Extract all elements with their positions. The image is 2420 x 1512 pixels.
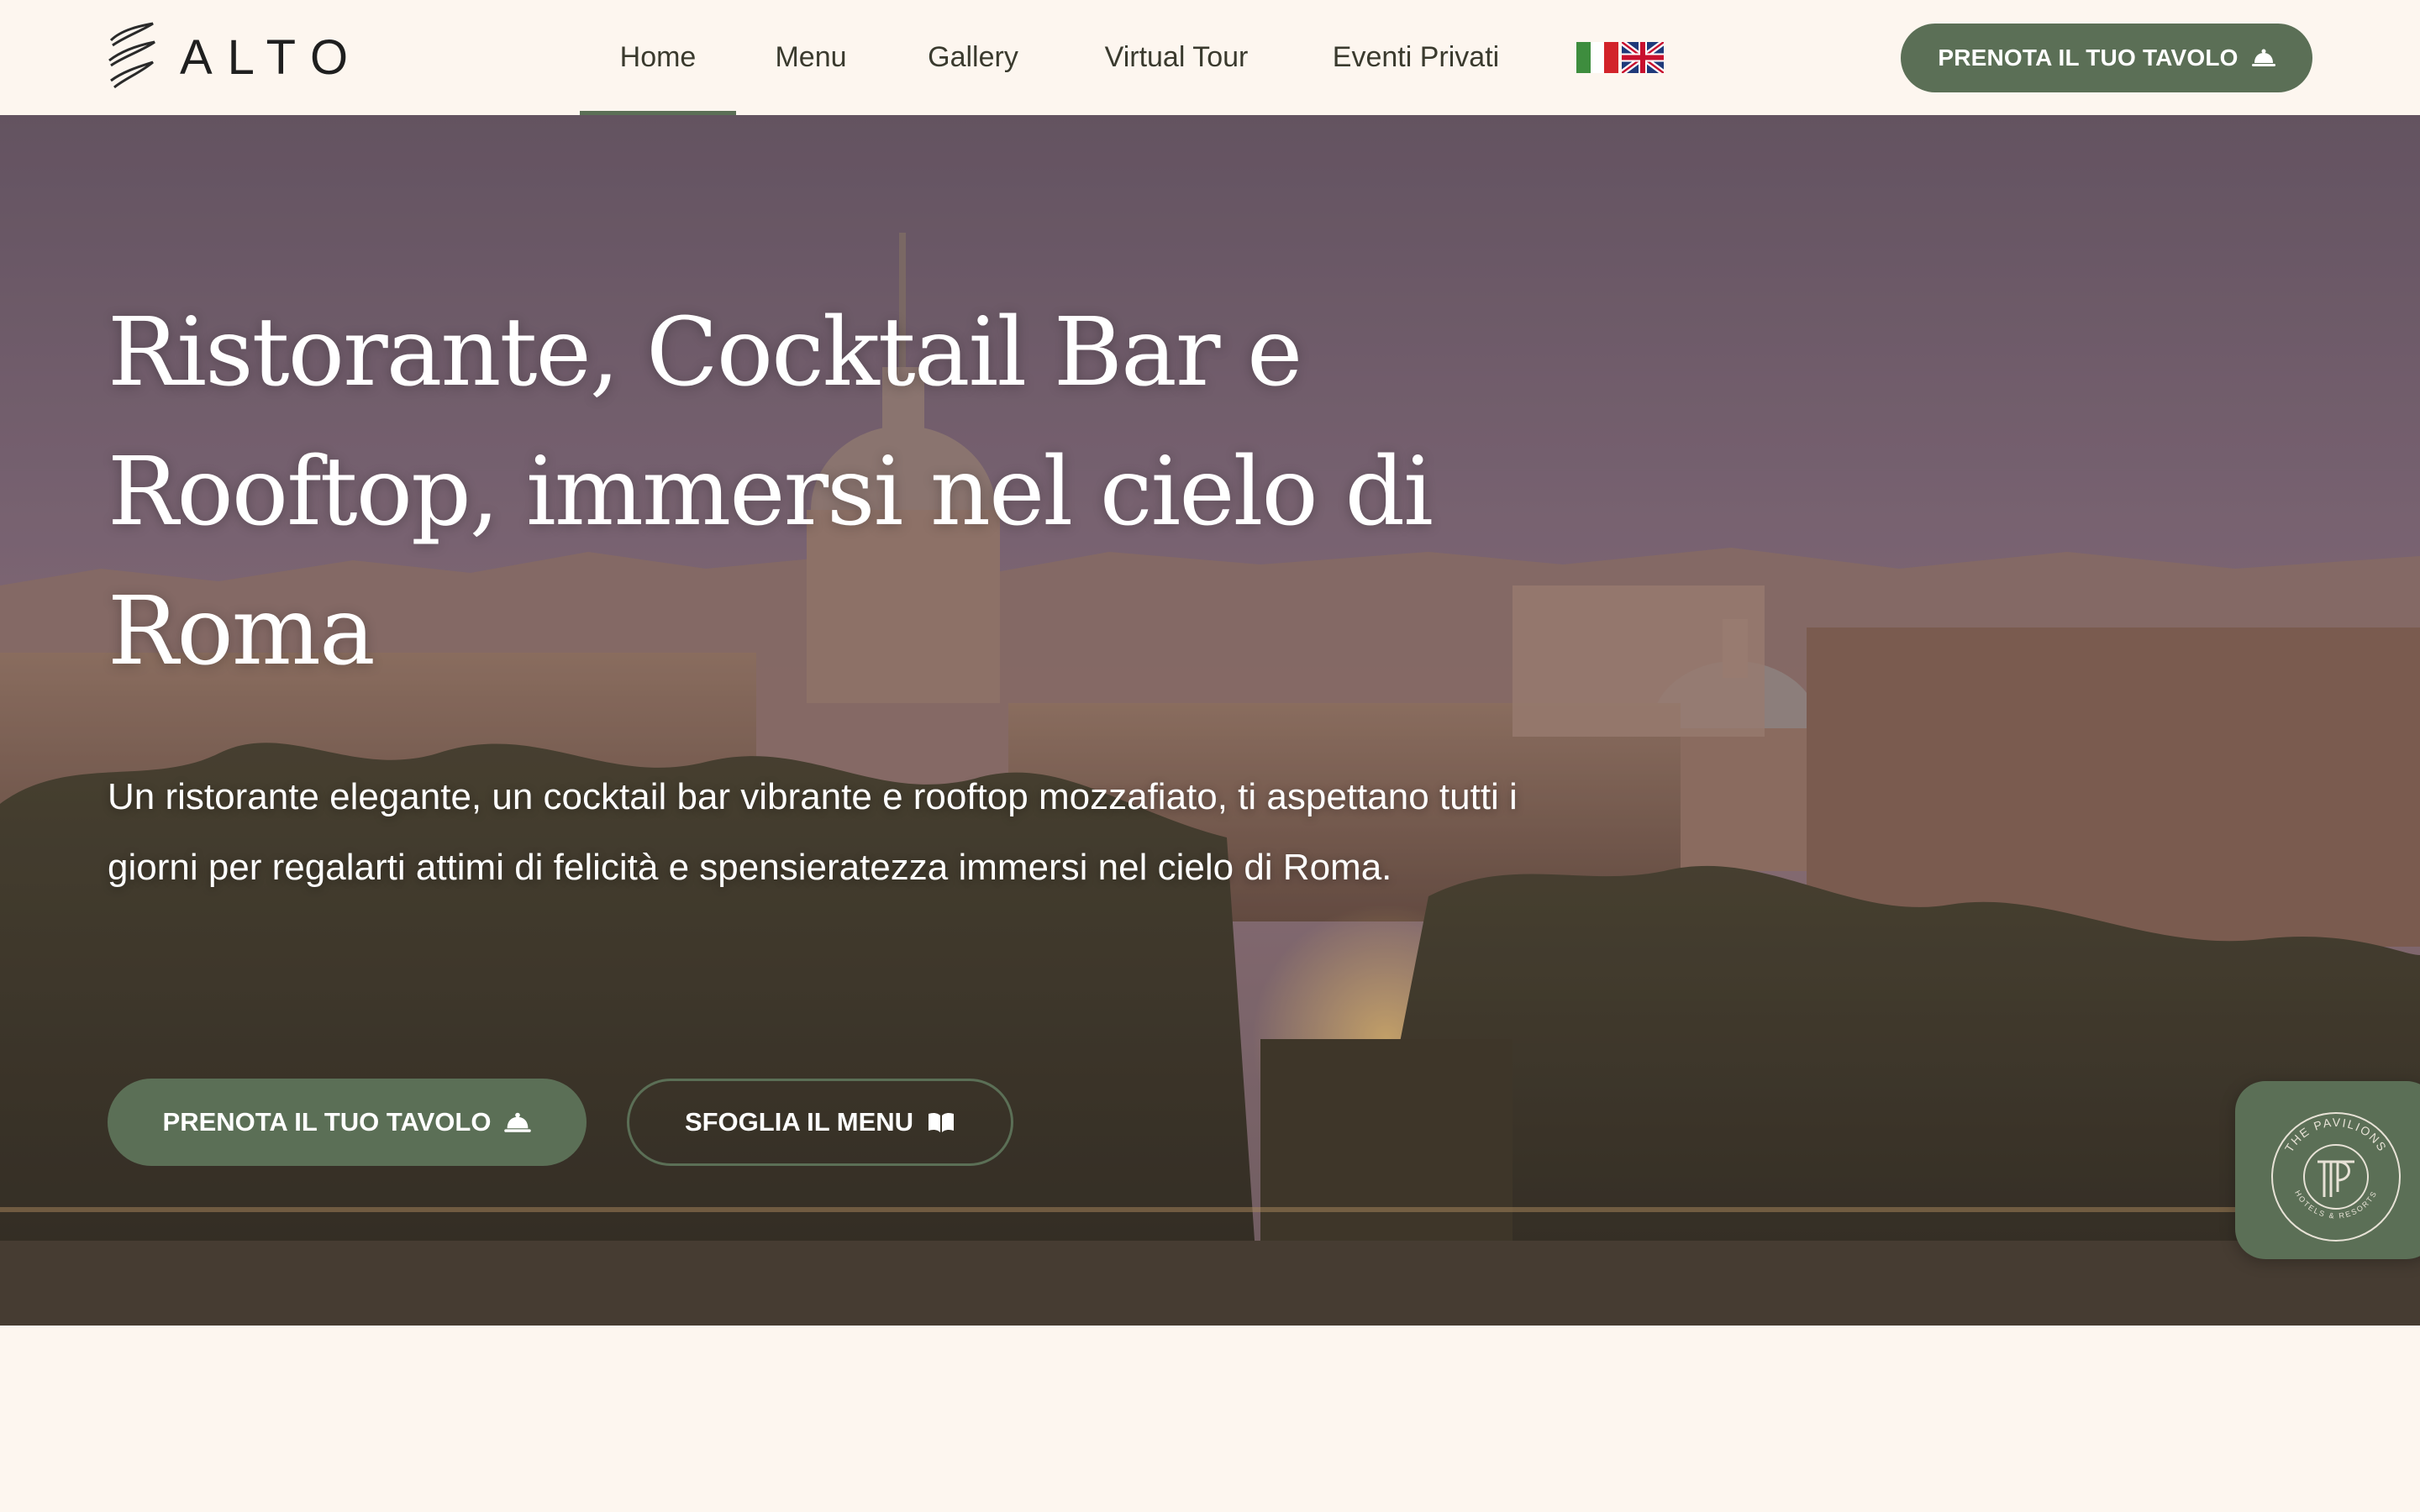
hero-section: Ristorante, Cocktail Bar e Rooftop, imme… bbox=[0, 115, 2420, 1326]
svg-text:HOTELS & RESORTS: HOTELS & RESORTS bbox=[2293, 1189, 2379, 1220]
browse-menu-button[interactable]: SFOGLIA IL MENU bbox=[627, 1079, 1013, 1166]
nav-item-label: Gallery bbox=[928, 41, 1018, 73]
button-label: SFOGLIA IL MENU bbox=[684, 1107, 914, 1137]
site-header: ALTO Home Menu Gallery Virtual Tour Even… bbox=[0, 0, 2420, 115]
the-pavilions-badge[interactable]: THE PAVILIONS HOTELS & RESORTS bbox=[2235, 1081, 2420, 1259]
the-pavilions-logo-icon: THE PAVILIONS HOTELS & RESORTS bbox=[2271, 1112, 2401, 1242]
italian-flag-icon[interactable] bbox=[1576, 42, 1618, 73]
open-book-icon bbox=[929, 1112, 955, 1132]
button-label: PRENOTA IL TUO TAVOLO bbox=[1938, 45, 2238, 71]
below-fold-section bbox=[0, 1326, 2420, 1512]
nav-item-label: Home bbox=[619, 41, 697, 73]
cloche-icon bbox=[504, 1112, 532, 1132]
svg-text:THE PAVILIONS: THE PAVILIONS bbox=[2282, 1116, 2390, 1155]
hero-title: Ristorante, Cocktail Bar e Rooftop, imme… bbox=[108, 298, 1434, 686]
cloche-icon bbox=[2251, 49, 2275, 66]
book-table-button[interactable]: PRENOTA IL TUO TAVOLO bbox=[108, 1079, 587, 1166]
nav-item-menu[interactable]: Menu bbox=[756, 0, 865, 115]
nav-item-label: Eventi Privati bbox=[1332, 41, 1500, 73]
nav-item-eventi-privati[interactable]: Eventi Privati bbox=[1319, 0, 1512, 115]
nav-item-virtual-tour[interactable]: Virtual Tour bbox=[1092, 0, 1260, 115]
nav-item-home[interactable]: Home bbox=[580, 0, 736, 115]
hero-subtitle: Un ristorante elegante, un cocktail bar … bbox=[108, 776, 1518, 888]
uk-flag-icon[interactable] bbox=[1622, 42, 1664, 73]
nav-item-label: Menu bbox=[775, 41, 847, 73]
nav-item-gallery[interactable]: Gallery bbox=[911, 0, 1035, 115]
header-book-table-button[interactable]: PRENOTA IL TUO TAVOLO bbox=[1901, 24, 2312, 92]
language-switcher bbox=[1576, 42, 1664, 73]
nav-item-label: Virtual Tour bbox=[1104, 41, 1249, 73]
button-label: PRENOTA IL TUO TAVOLO bbox=[162, 1107, 492, 1137]
